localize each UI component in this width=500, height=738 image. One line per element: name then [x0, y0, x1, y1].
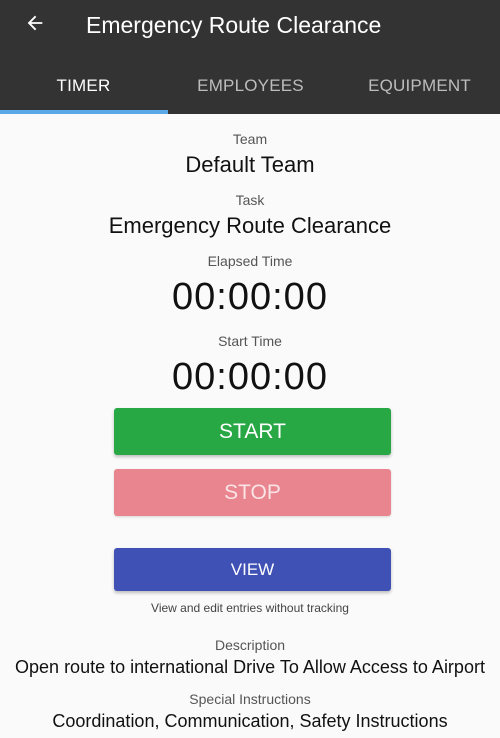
app-bar: Emergency Route Clearance TIMER EMPLOYEE…: [0, 0, 500, 114]
elapsed-time-label: Elapsed Time: [207, 253, 293, 269]
toolbar: Emergency Route Clearance: [0, 0, 500, 50]
view-button[interactable]: VIEW: [114, 548, 391, 591]
start-time-value: 00:00:00: [172, 356, 328, 398]
tab-timer[interactable]: TIMER: [0, 64, 167, 114]
back-button[interactable]: [20, 8, 50, 38]
arrow-left-icon: [27, 15, 43, 31]
description-label: Description: [214, 637, 286, 653]
start-button[interactable]: START: [114, 408, 391, 455]
special-instructions-value: Coordination, Communication, Safety Inst…: [52, 711, 448, 731]
elapsed-time-value: 00:00:00: [172, 276, 328, 318]
stop-button[interactable]: STOP: [114, 469, 391, 516]
tab-bar: TIMER EMPLOYEES EQUIPMENT: [0, 64, 500, 114]
description-value: Open route to international Drive To All…: [15, 657, 485, 677]
timer-content: Team Default Team Task Emergency Route C…: [0, 114, 500, 738]
special-instructions-label: Special Instructions: [189, 691, 311, 707]
start-time-label: Start Time: [218, 333, 282, 349]
task-label: Task: [235, 192, 265, 208]
view-hint: View and edit entries without tracking: [151, 601, 349, 615]
team-label: Team: [232, 131, 268, 147]
tab-employees[interactable]: EMPLOYEES: [167, 64, 334, 114]
page-title: Emergency Route Clearance: [86, 12, 382, 38]
team-value: Default Team: [185, 152, 315, 177]
tab-equipment[interactable]: EQUIPMENT: [336, 64, 500, 114]
task-value: Emergency Route Clearance: [108, 213, 392, 238]
